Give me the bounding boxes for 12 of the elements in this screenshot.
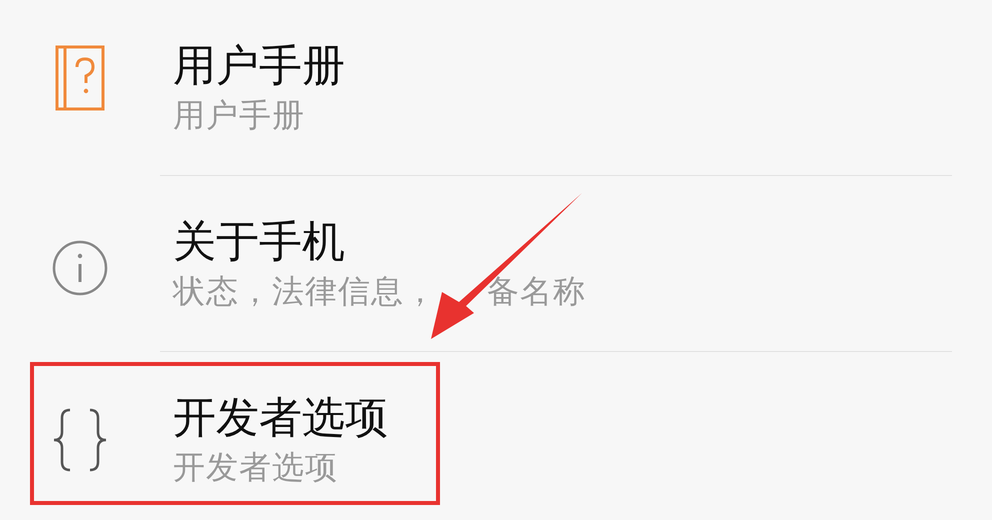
info-icon: [52, 240, 108, 296]
item-subtitle: 开发者选项: [173, 448, 338, 486]
item-title: 关于手机: [173, 218, 345, 266]
braces-icon: [52, 408, 108, 472]
item-title: 用户手册: [173, 42, 345, 90]
book-question-icon: [55, 45, 105, 111]
settings-item[interactable]: 用户手册 用户手册: [0, 0, 992, 176]
item-subtitle: 备名称: [487, 272, 586, 310]
item-title: 开发者选项: [173, 394, 388, 442]
item-subtitle: 状态，法律信息，: [173, 272, 437, 310]
settings-item[interactable]: 开发者选项 开发者选项: [0, 352, 992, 520]
item-subtitle: 用户手册: [173, 96, 305, 134]
